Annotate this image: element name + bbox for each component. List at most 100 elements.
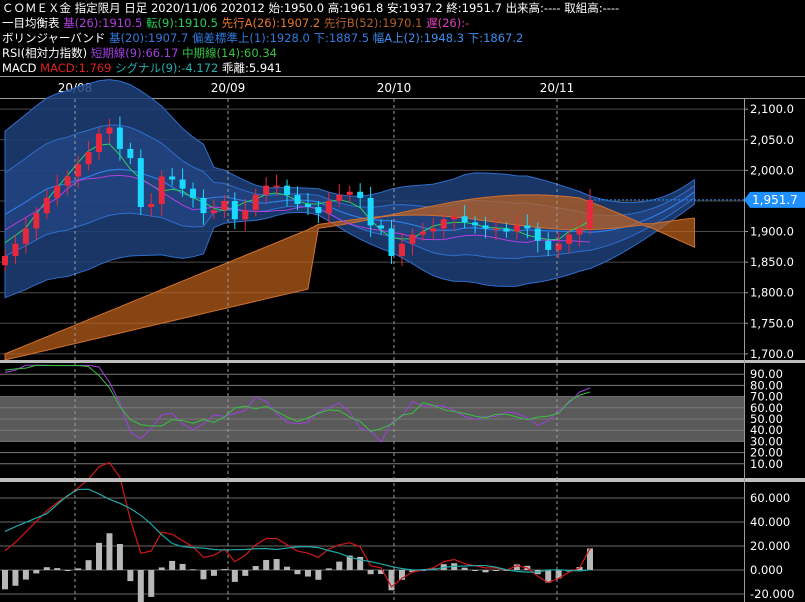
candle-body	[75, 164, 82, 177]
candle-body	[179, 179, 186, 189]
price-tick-label: 1,750.0	[750, 316, 794, 330]
candle-body	[85, 152, 92, 165]
candle-body	[545, 240, 552, 250]
macd-histogram-bar	[294, 570, 301, 575]
macd-histogram-bar	[252, 566, 259, 570]
candle-body	[587, 199, 593, 229]
rsi-panel: 90.0080.0070.0060.0050.0040.0030.0020.00…	[0, 364, 783, 471]
candle-body	[346, 191, 353, 195]
candle-body	[22, 228, 29, 244]
macd-histogram-bar	[148, 570, 155, 597]
panel-separator	[0, 478, 805, 482]
candle-body	[304, 204, 311, 208]
macd-tick-label: -20.000	[750, 587, 794, 601]
price-tick-label: 1,800.0	[750, 286, 794, 300]
macd-histogram-bar	[54, 568, 61, 570]
candle-body	[64, 176, 71, 186]
macd-histogram-bar	[85, 560, 92, 570]
candle-body	[54, 185, 61, 198]
panel-separator	[0, 360, 805, 363]
macd-histogram-bar	[304, 570, 311, 577]
candle-body	[263, 185, 270, 195]
candle-body	[482, 225, 489, 229]
macd-histogram-bar	[127, 570, 134, 582]
macd-histogram-bar	[263, 559, 270, 570]
candle-body	[127, 148, 134, 159]
candle-body	[367, 197, 374, 226]
candle-body	[524, 225, 531, 229]
candle-body	[430, 228, 437, 232]
macd-histogram-bar	[336, 561, 343, 570]
rsi-tick-label: 10.00	[750, 457, 783, 471]
candle-body	[357, 191, 364, 198]
candle-body	[210, 210, 217, 214]
date-tick-label: 20/10	[377, 81, 412, 95]
candle-body	[492, 228, 499, 230]
macd-histogram-bar	[137, 570, 144, 602]
macd-histogram-bar	[315, 570, 322, 580]
candle-body	[96, 133, 103, 152]
price-tick-label: 2,000.0	[750, 163, 794, 177]
price-tick-label: 1,900.0	[750, 225, 794, 239]
candle-body	[576, 228, 583, 235]
price-panel: 2,100.02,050.02,000.01,950.01,900.01,850…	[0, 79, 805, 361]
candle-body	[440, 219, 447, 229]
candle-body	[472, 222, 479, 226]
macd-histogram-bar	[12, 570, 19, 586]
candle-body	[336, 194, 343, 201]
macd-tick-label: 60.000	[750, 491, 790, 505]
macd-tick-label: 20.000	[750, 539, 790, 553]
macd-histogram-bar	[33, 570, 40, 574]
candle-body	[409, 234, 416, 244]
macd-histogram-bar	[22, 570, 29, 580]
candle-body	[33, 213, 40, 229]
macd-histogram-bar	[367, 570, 374, 575]
macd-tick-label: 40.000	[750, 515, 790, 529]
candle-body	[169, 176, 176, 180]
candle-body	[451, 216, 458, 220]
date-tick-label: 20/09	[211, 81, 246, 95]
candle-body	[2, 256, 8, 266]
candle-body	[12, 243, 19, 256]
candle-body	[325, 200, 332, 214]
macd-histogram-bar	[43, 567, 50, 570]
macd-histogram-bar	[179, 563, 186, 570]
last-price-label: 1,951.7	[752, 193, 798, 207]
macd-histogram-bar	[482, 570, 489, 573]
macd-histogram-bar	[221, 569, 228, 571]
macd-panel: 60.000 40.000 20.000 0.000 -20.000	[0, 461, 794, 602]
price-tick-label: 2,050.0	[750, 133, 794, 147]
macd-histogram-bar	[75, 568, 82, 570]
candle-body	[231, 200, 238, 220]
price-tick-label: 2,100.0	[750, 102, 794, 116]
macd-histogram-bar	[284, 566, 291, 570]
candle-body	[284, 185, 291, 195]
candle-body	[116, 127, 123, 149]
macd-histogram-bar	[492, 570, 499, 571]
candle-body	[106, 127, 113, 134]
chart-canvas: 20/0820/0920/1020/11 2,100.02,050.02,000…	[0, 76, 805, 602]
macd-histogram-bar	[106, 533, 113, 570]
macd-histogram-bar	[472, 570, 479, 571]
candle-body	[158, 176, 165, 204]
candle-body	[273, 185, 280, 188]
candle-body	[43, 197, 50, 214]
date-tick-label: 20/11	[540, 81, 575, 95]
macd-histogram-bar	[325, 568, 332, 570]
macd-histogram-bar	[158, 567, 165, 570]
macd-histogram-bar	[461, 567, 468, 570]
macd-histogram-bar	[116, 543, 123, 570]
candle-body	[461, 216, 468, 223]
candle-body	[503, 228, 510, 232]
macd-histogram-bar	[169, 560, 176, 570]
candle-body	[419, 231, 426, 235]
macd-histogram-bar	[231, 570, 238, 582]
signal-line	[4, 488, 591, 573]
macd-histogram-bar	[96, 542, 103, 570]
candle-body	[252, 194, 259, 211]
macd-histogram-bar	[273, 559, 280, 570]
candle-body	[137, 158, 144, 208]
candle-body	[315, 207, 322, 214]
candle-body	[294, 194, 301, 204]
macd-histogram-bar	[200, 570, 207, 580]
